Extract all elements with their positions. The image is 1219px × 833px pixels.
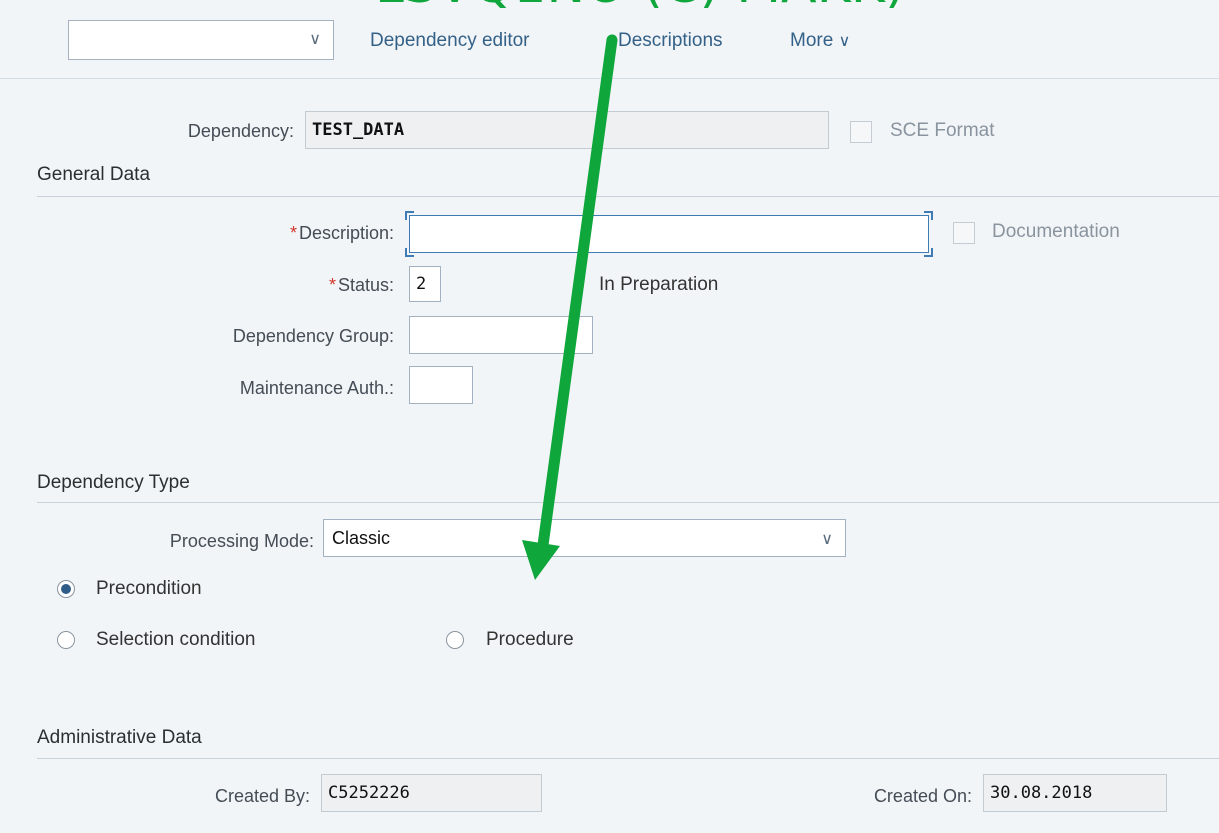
precondition-radio[interactable]	[57, 580, 75, 598]
sce-format-checkbox[interactable]	[850, 121, 872, 143]
created-by-label: Created By:	[214, 786, 310, 806]
general-data-title: General Data	[37, 164, 151, 185]
sce-format-label: SCE Format	[890, 120, 995, 141]
processing-mode-select[interactable]: Classic ∨	[323, 519, 846, 557]
selection-condition-label: Selection condition	[96, 629, 256, 650]
description-label-text: Description:	[298, 223, 394, 243]
dependency-type-title: Dependency Type	[37, 472, 190, 493]
documentation-label: Documentation	[992, 221, 1120, 242]
section-divider	[37, 196, 1219, 197]
status-label: * Status:	[200, 275, 394, 296]
section-divider	[37, 502, 1219, 503]
created-on-field: 30.08.2018	[983, 774, 1167, 812]
documentation-checkbox[interactable]	[953, 222, 975, 244]
procedure-label: Procedure	[486, 629, 574, 650]
variant-select[interactable]: ∨	[68, 20, 334, 60]
more-button[interactable]: More ∨	[790, 30, 850, 52]
status-label-text: Status:	[337, 275, 394, 295]
section-divider	[37, 758, 1219, 759]
status-input[interactable]: 2	[409, 266, 441, 302]
processing-mode-label: Processing Mode:	[169, 531, 314, 551]
dependency-group-label: Dependency Group:	[232, 326, 394, 346]
maintenance-auth-label: Maintenance Auth.:	[239, 378, 394, 398]
maintenance-auth-input[interactable]	[409, 366, 473, 404]
created-by-field: C5252226	[321, 774, 542, 812]
dependency-label: Dependency:	[187, 121, 294, 141]
more-label: More	[790, 30, 834, 51]
selection-condition-radio[interactable]	[57, 631, 75, 649]
dependency-group-input[interactable]	[409, 316, 593, 354]
required-mark: *	[289, 223, 297, 243]
chevron-down-icon: ∨	[821, 531, 833, 548]
description-input[interactable]	[405, 211, 933, 257]
descriptions-button[interactable]: Descriptions	[618, 30, 723, 52]
administrative-data-title: Administrative Data	[37, 727, 202, 748]
chevron-down-icon: ∨	[309, 31, 321, 48]
required-mark: *	[328, 275, 336, 295]
created-on-label: Created On:	[873, 786, 972, 806]
description-label: * Description:	[150, 223, 394, 244]
chevron-down-icon: ∨	[838, 33, 851, 50]
procedure-radio[interactable]	[446, 631, 464, 649]
processing-mode-value: Classic	[332, 528, 391, 548]
dependency-editor-button[interactable]: Dependency editor	[370, 30, 530, 52]
dependency-field: TEST_DATA	[305, 111, 829, 149]
precondition-label: Precondition	[96, 578, 202, 599]
status-text: In Preparation	[599, 274, 719, 295]
